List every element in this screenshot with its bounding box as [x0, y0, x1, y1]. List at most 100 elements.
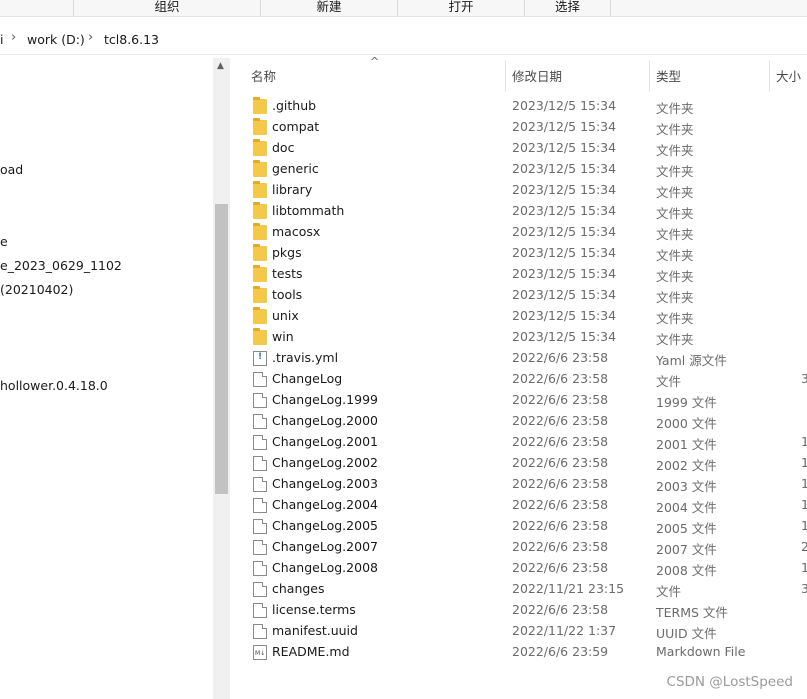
file-row[interactable]: ChangeLog.2007 2022/6/6 23:58 2007 文件 2	[248, 537, 807, 558]
file-name: compat	[272, 119, 320, 134]
folder-icon	[253, 286, 267, 303]
file-name: library	[272, 182, 313, 197]
file-row[interactable]: ChangeLog.2008 2022/6/6 23:58 2008 文件 1	[248, 558, 807, 579]
file-size: 1	[801, 434, 807, 449]
column-divider[interactable]	[505, 60, 506, 92]
address-bar[interactable]: i › work (D:) › tcl8.6.13	[0, 28, 807, 55]
file-row[interactable]: M↓ README.md 2022/6/6 23:59 Markdown File	[248, 642, 807, 663]
file-name: ChangeLog.2007	[272, 539, 378, 554]
file-type: 文件夹	[656, 101, 694, 116]
file-size: 1	[801, 476, 807, 491]
file-row[interactable]: doc 2023/12/5 15:34 文件夹	[248, 138, 807, 159]
breadcrumb-folder[interactable]: tcl8.6.13	[104, 32, 159, 47]
file-name: ChangeLog.2002	[272, 455, 378, 470]
file-row[interactable]: ChangeLog.2000 2022/6/6 23:58 2000 文件	[248, 411, 807, 432]
folder-icon	[253, 139, 267, 156]
file-row[interactable]: unix 2023/12/5 15:34 文件夹	[248, 306, 807, 327]
folder-icon	[253, 307, 267, 324]
file-row[interactable]: tools 2023/12/5 15:34 文件夹	[248, 285, 807, 306]
folder-icon	[253, 223, 267, 240]
file-modified: 2023/12/5 15:34	[512, 161, 617, 176]
file-row[interactable]: ChangeLog.2005 2022/6/6 23:58 2005 文件 1	[248, 516, 807, 537]
file-row[interactable]: macosx 2023/12/5 15:34 文件夹	[248, 222, 807, 243]
file-type: 文件夹	[656, 269, 694, 284]
file-row[interactable]: compat 2023/12/5 15:34 文件夹	[248, 117, 807, 138]
file-modified: 2022/6/6 23:58	[512, 413, 609, 428]
file-name: ChangeLog.2000	[272, 413, 378, 428]
file-row[interactable]: ChangeLog.2002 2022/6/6 23:58 2002 文件 1	[248, 453, 807, 474]
column-header-size[interactable]: 大小	[776, 66, 801, 85]
file-row[interactable]: manifest.uuid 2022/11/22 1:37 UUID 文件	[248, 621, 807, 642]
scrollbar-thumb[interactable]	[215, 204, 228, 494]
file-name: unix	[272, 308, 299, 323]
sort-ascending-icon: ^	[370, 55, 380, 68]
file-row[interactable]: library 2023/12/5 15:34 文件夹	[248, 180, 807, 201]
file-icon	[253, 561, 267, 576]
file-type: 2003 文件	[656, 479, 717, 494]
file-size: 3	[801, 371, 807, 386]
file-icon	[253, 540, 267, 555]
folder-icon	[253, 265, 267, 282]
file-icon	[253, 393, 267, 408]
breadcrumb-drive[interactable]: work (D:)	[27, 32, 85, 47]
file-type: 文件夹	[656, 185, 694, 200]
file-icon	[253, 372, 267, 387]
file-type: 2007 文件	[656, 542, 717, 557]
file-row[interactable]: ChangeLog.2004 2022/6/6 23:58 2004 文件 1	[248, 495, 807, 516]
file-modified: 2023/12/5 15:34	[512, 245, 617, 260]
file-name: ChangeLog.2003	[272, 476, 378, 491]
column-divider[interactable]	[769, 60, 770, 92]
file-modified: 2023/12/5 15:34	[512, 140, 617, 155]
ribbon-select[interactable]: 选择	[525, 0, 610, 16]
file-row[interactable]: license.terms 2022/6/6 23:58 TERMS 文件	[248, 600, 807, 621]
folder-icon	[253, 202, 267, 219]
file-modified: 2022/6/6 23:58	[512, 539, 609, 554]
ribbon-divider	[610, 0, 611, 16]
nav-item[interactable]: hollower.0.4.18.0	[0, 378, 108, 393]
column-divider[interactable]	[649, 60, 650, 92]
column-header-type[interactable]: 类型	[656, 66, 681, 85]
ribbon-open[interactable]: 打开	[398, 0, 524, 16]
file-row[interactable]: tests 2023/12/5 15:34 文件夹	[248, 264, 807, 285]
file-row[interactable]: ChangeLog 2022/6/6 23:58 文件 3	[248, 369, 807, 390]
file-row[interactable]: ChangeLog.1999 2022/6/6 23:58 1999 文件	[248, 390, 807, 411]
markdown-file-icon: M↓	[253, 645, 267, 660]
ribbon-new[interactable]: 新建	[261, 0, 397, 16]
file-modified: 2022/11/21 23:15	[512, 581, 625, 596]
file-name: tests	[272, 266, 303, 281]
file-type: 文件	[656, 374, 682, 389]
file-row[interactable]: pkgs 2023/12/5 15:34 文件夹	[248, 243, 807, 264]
nav-scrollbar[interactable]: ▲	[213, 58, 230, 699]
file-size: 1	[801, 518, 807, 533]
file-row[interactable]: ChangeLog.2001 2022/6/6 23:58 2001 文件 1	[248, 432, 807, 453]
file-row[interactable]: .github 2023/12/5 15:34 文件夹	[248, 96, 807, 117]
file-icon	[253, 498, 267, 513]
file-modified: 2023/12/5 15:34	[512, 119, 617, 134]
file-type: 文件夹	[656, 164, 694, 179]
column-header-modified[interactable]: 修改日期	[512, 66, 562, 85]
file-row[interactable]: ChangeLog.2003 2022/6/6 23:58 2003 文件 1	[248, 474, 807, 495]
file-icon	[253, 456, 267, 471]
file-size: 2	[801, 539, 807, 554]
file-type: 文件夹	[656, 206, 694, 221]
column-header-name[interactable]: 名称	[251, 66, 276, 85]
scroll-up-icon[interactable]: ▲	[217, 61, 224, 71]
file-name: generic	[272, 161, 319, 176]
ribbon-organize[interactable]: 组织	[74, 0, 260, 16]
file-type: 2008 文件	[656, 563, 717, 578]
file-type: UUID 文件	[656, 626, 717, 641]
file-row[interactable]: win 2023/12/5 15:34 文件夹	[248, 327, 807, 348]
file-row[interactable]: generic 2023/12/5 15:34 文件夹	[248, 159, 807, 180]
file-name: ChangeLog.2001	[272, 434, 378, 449]
nav-item[interactable]: oad	[0, 162, 23, 177]
breadcrumb-prev[interactable]: i	[0, 32, 3, 47]
file-row[interactable]: changes 2022/11/21 23:15 文件 3	[248, 579, 807, 600]
folder-icon	[253, 181, 267, 198]
file-icon	[253, 519, 267, 534]
file-row[interactable]: libtommath 2023/12/5 15:34 文件夹	[248, 201, 807, 222]
file-row[interactable]: ! .travis.yml 2022/6/6 23:58 Yaml 源文件	[248, 348, 807, 369]
nav-item[interactable]: e	[0, 234, 8, 249]
ribbon: 组织 新建 打开 选择	[0, 0, 807, 17]
nav-item[interactable]: (20210402)	[0, 282, 73, 297]
nav-item[interactable]: e_2023_0629_1102	[0, 258, 122, 273]
